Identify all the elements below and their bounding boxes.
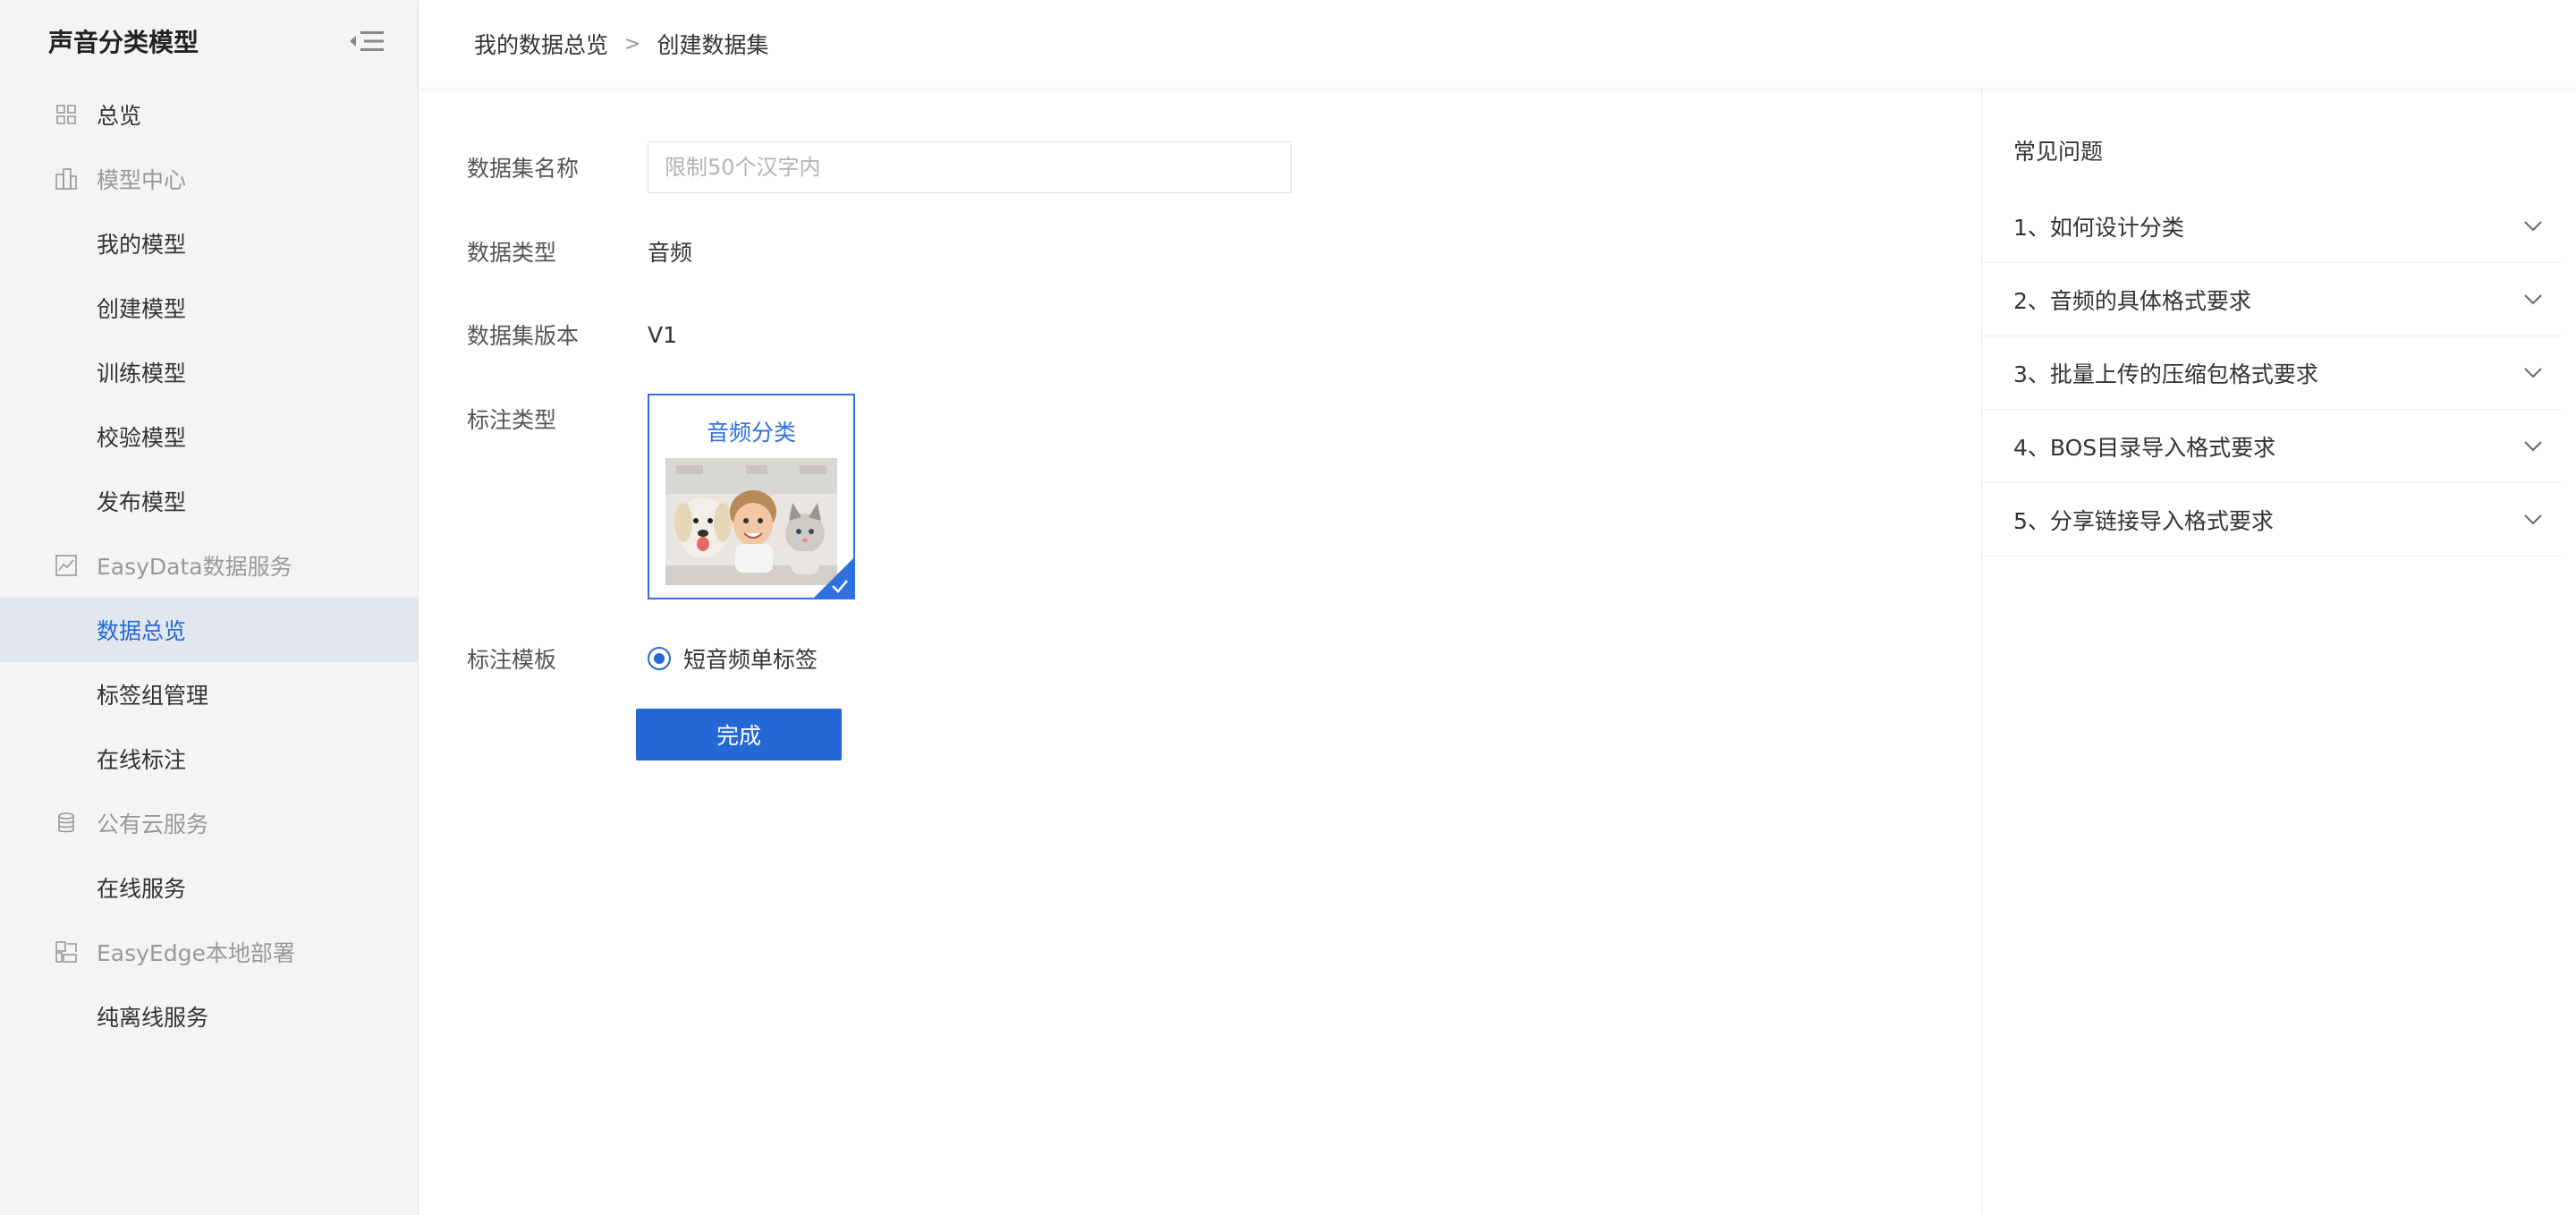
data-type-value: 音频 <box>648 240 693 266</box>
sidebar-item-data-overview[interactable]: 数据总览 <box>0 598 418 662</box>
chevron-down-icon <box>2522 436 2544 457</box>
sidebar-item-label: 数据总览 <box>97 618 187 644</box>
sidebar-header: 声音分类模型 <box>0 0 418 82</box>
faq-title: 常见问题 <box>2013 139 2104 165</box>
sidebar-item-label: 在线标注 <box>97 747 187 773</box>
chevron-down-icon <box>2522 289 2544 310</box>
sidebar-item-label: 标签组管理 <box>97 683 209 709</box>
chart-icon <box>54 553 79 578</box>
sidebar-group-easydata[interactable]: EasyData数据服务 <box>0 533 418 598</box>
chevron-right-icon: > <box>624 32 641 55</box>
faq-item-label: 5、分享链接导入格式要求 <box>2013 507 2274 534</box>
faq-item[interactable]: 3、批量上传的压缩包格式要求 <box>1982 336 2562 410</box>
sidebar-item-label: 创建模型 <box>97 296 187 322</box>
sidebar-item-my-models[interactable]: 我的模型 <box>0 211 418 276</box>
sidebar-item-label: 训练模型 <box>97 361 187 387</box>
sidebar-item-label: 在线服务 <box>97 876 187 902</box>
annotation-template-row: 标注模板 短音频单标签 <box>467 642 818 675</box>
sidebar-group-model-center[interactable]: 模型中心 <box>0 147 418 211</box>
faq-item-label: 1、如何设计分类 <box>2013 214 2184 241</box>
faq-item-label: 2、音频的具体格式要求 <box>2013 287 2251 314</box>
data-type-label: 数据类型 <box>467 240 557 266</box>
faq-item[interactable]: 4、BOS目录导入格式要求 <box>1982 410 2562 483</box>
radio-selected-dot <box>654 653 665 664</box>
annotation-type-label: 标注类型 <box>467 407 557 433</box>
pets-illustration <box>665 458 837 585</box>
breadcrumb: 我的数据总览 > 创建数据集 <box>419 0 2576 88</box>
sidebar: 声音分类模型 总览 模型中心 我的模型 创建模型 训练模型 校验模型 发布模型 … <box>0 0 419 1215</box>
sidebar-item-train-model[interactable]: 训练模型 <box>0 340 418 404</box>
finish-button[interactable]: 完成 <box>636 709 842 760</box>
sidebar-item-overview[interactable]: 总览 <box>0 82 418 147</box>
faq-item-label: 4、BOS目录导入格式要求 <box>2013 434 2276 461</box>
sidebar-group-label: EasyEdge本地部署 <box>97 940 295 966</box>
faq-list: 1、如何设计分类 2、音频的具体格式要求 3、批量上传的压缩包格式要求 4、BO… <box>1982 190 2562 557</box>
faq-panel: 常见问题 1、如何设计分类 2、音频的具体格式要求 3、批量上传的压缩包格式要求… <box>1981 88 2576 1215</box>
sidebar-item-label-group[interactable]: 标签组管理 <box>0 662 418 726</box>
annotation-type-card-title: 音频分类 <box>706 420 796 446</box>
template-option-label[interactable]: 短音频单标签 <box>683 642 818 675</box>
dataset-version-row: 数据集版本 V1 <box>467 319 677 351</box>
breadcrumb-current: 创建数据集 <box>657 32 769 58</box>
check-icon <box>830 578 850 594</box>
app-title: 声音分类模型 <box>48 28 199 57</box>
annotation-template-label: 标注模板 <box>467 647 557 673</box>
breadcrumb-parent-link[interactable]: 我的数据总览 <box>474 28 608 60</box>
grid-icon <box>54 102 79 127</box>
sidebar-group-label: 模型中心 <box>97 167 187 193</box>
dataset-name-label: 数据集名称 <box>467 156 580 182</box>
sidebar-item-online-service[interactable]: 在线服务 <box>0 855 418 920</box>
create-dataset-form: 数据集名称 数据类型 音频 数据集版本 V1 标注类型 音频分类 <box>419 88 1982 1215</box>
database-icon <box>54 811 79 836</box>
sidebar-item-label: 发布模型 <box>97 489 187 515</box>
chevron-down-icon <box>2522 216 2544 237</box>
sidebar-item-label: 校验模型 <box>97 425 187 451</box>
dataset-name-row: 数据集名称 <box>467 141 1292 193</box>
template-radio-short-audio-single-label[interactable] <box>648 647 671 670</box>
sidebar-item-label: 总览 <box>97 103 142 129</box>
sidebar-item-create-model[interactable]: 创建模型 <box>0 276 418 340</box>
sidebar-item-label: 纯离线服务 <box>97 1005 209 1031</box>
faq-item[interactable]: 1、如何设计分类 <box>1982 190 2562 263</box>
deploy-icon <box>54 939 79 964</box>
sidebar-group-public-cloud[interactable]: 公有云服务 <box>0 791 418 855</box>
annotation-type-card-audio-classification[interactable]: 音频分类 <box>648 394 855 599</box>
sidebar-group-easyedge[interactable]: EasyEdge本地部署 <box>0 920 418 984</box>
dataset-name-input[interactable] <box>648 141 1292 193</box>
sidebar-item-online-annotation[interactable]: 在线标注 <box>0 726 418 791</box>
sidebar-item-offline-service[interactable]: 纯离线服务 <box>0 984 418 1049</box>
chevron-down-icon <box>2522 509 2544 531</box>
faq-item-label: 3、批量上传的压缩包格式要求 <box>2013 361 2318 387</box>
building-icon <box>54 166 79 191</box>
sidebar-group-label: EasyData数据服务 <box>97 554 292 580</box>
sidebar-item-publish-model[interactable]: 发布模型 <box>0 469 418 533</box>
sidebar-item-validate-model[interactable]: 校验模型 <box>0 404 418 469</box>
dataset-version-value: V1 <box>648 321 678 348</box>
dataset-version-label: 数据集版本 <box>467 323 580 349</box>
annotation-type-row: 标注类型 <box>467 403 648 435</box>
data-type-row: 数据类型 音频 <box>467 235 692 268</box>
collapse-menu-icon[interactable] <box>348 27 386 55</box>
chevron-down-icon <box>2522 362 2544 384</box>
sidebar-item-label: 我的模型 <box>97 232 187 258</box>
faq-item[interactable]: 5、分享链接导入格式要求 <box>1982 483 2562 557</box>
faq-item[interactable]: 2、音频的具体格式要求 <box>1982 263 2562 336</box>
sidebar-nav: 总览 模型中心 我的模型 创建模型 训练模型 校验模型 发布模型 EasyDat… <box>0 82 418 1049</box>
sidebar-group-label: 公有云服务 <box>97 811 209 837</box>
